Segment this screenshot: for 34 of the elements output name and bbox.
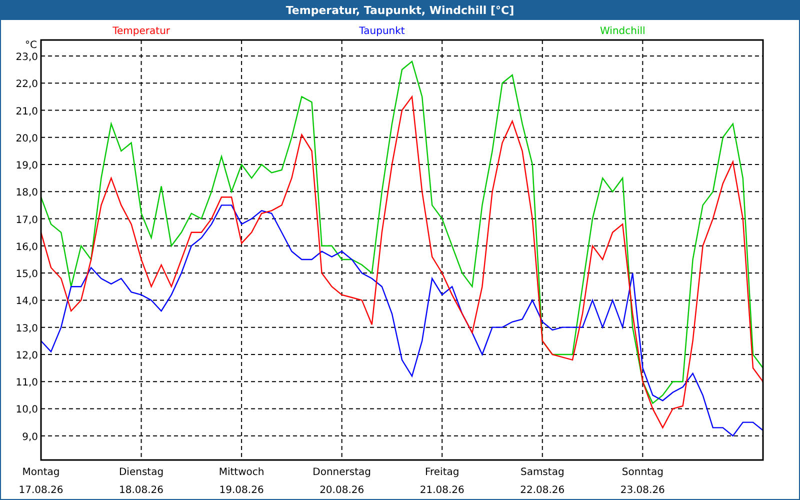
legend-label: Taupunkt bbox=[359, 26, 405, 37]
y-tick-label: 19,0 bbox=[16, 160, 38, 172]
y-tick-label: 15,0 bbox=[16, 269, 38, 280]
y-tick-label: 14,0 bbox=[16, 296, 38, 308]
x-tick-label: Mittwoch bbox=[218, 467, 264, 478]
x-tick-label: Samstag bbox=[520, 467, 564, 478]
window-title: Temperatur, Taupunkt, Windchill [°C] bbox=[286, 4, 514, 16]
x-tick-label: Montag bbox=[22, 467, 60, 478]
date-label: 22.08.26 bbox=[520, 485, 565, 496]
legend-label: Windchill bbox=[600, 26, 646, 37]
y-tick-label: 16,0 bbox=[16, 242, 38, 253]
date-label: 17.08.26 bbox=[18, 485, 64, 496]
y-tick-label: 10,0 bbox=[16, 404, 38, 416]
y-tick-label: 21,0 bbox=[16, 106, 38, 118]
x-tick-label: Sonntag bbox=[622, 467, 664, 478]
x-tick-label: Donnerstag bbox=[312, 467, 372, 478]
y-tick-label: 20,0 bbox=[16, 133, 38, 144]
x-tick-label: Dienstag bbox=[119, 467, 164, 478]
y-tick-label: 23,0 bbox=[16, 52, 38, 63]
y-tick-label: 18,0 bbox=[16, 188, 38, 199]
y-tick-label: 11,0 bbox=[16, 378, 38, 389]
date-label: 21.08.26 bbox=[420, 485, 464, 496]
date-label: 20.08.26 bbox=[320, 485, 364, 496]
y-tick-label: 13,0 bbox=[16, 323, 38, 334]
y-tick-label: 9,0 bbox=[22, 432, 38, 443]
y-axis-unit: °C bbox=[25, 40, 37, 51]
legend-label: Temperatur bbox=[112, 26, 170, 37]
date-label: 19.08.26 bbox=[219, 485, 264, 496]
x-tick-label: Freitag bbox=[424, 467, 460, 478]
date-label: 18.08.26 bbox=[119, 485, 164, 496]
y-tick-label: 12,0 bbox=[16, 350, 38, 362]
y-tick-label: 17,0 bbox=[16, 214, 38, 226]
date-label: 23.08.26 bbox=[620, 485, 665, 496]
y-tick-label: 22,0 bbox=[16, 79, 38, 90]
